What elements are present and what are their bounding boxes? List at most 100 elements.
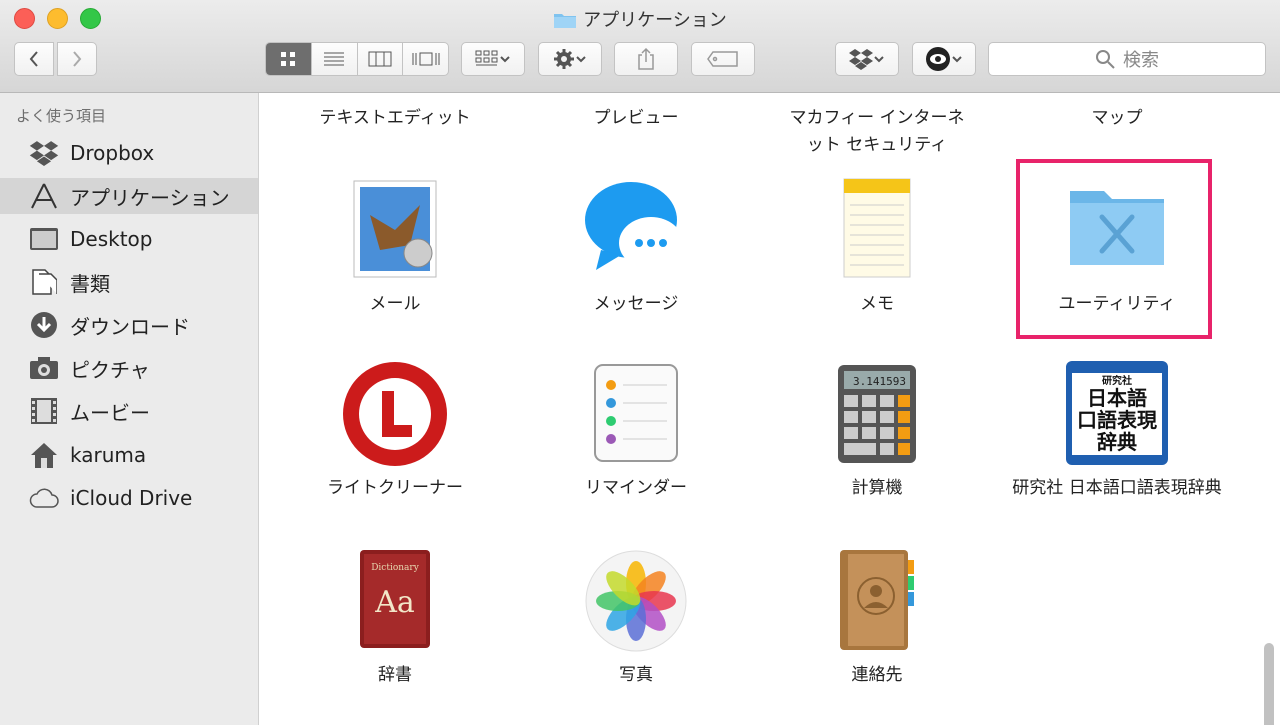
- list-view-button[interactable]: [312, 43, 358, 75]
- sidebar-item-label: ピクチャ: [70, 357, 150, 382]
- window-title-text: アプリケーション: [583, 10, 727, 31]
- finder-window: アプリケーション 検索 よく使う項目 Dropbox アプリケーション Desk…: [0, 0, 1280, 725]
- app-item-contacts[interactable]: 連絡先: [767, 546, 987, 689]
- chevron-down-icon: [500, 56, 510, 63]
- gear-icon: [554, 49, 574, 69]
- sidebar-item-label: 書類: [70, 271, 110, 296]
- chevron-down-icon: [952, 56, 962, 63]
- app-item-messages[interactable]: メッセージ: [526, 175, 746, 318]
- app-label: ライトクリーナー: [327, 478, 463, 498]
- title-bar: アプリケーション 検索: [0, 0, 1280, 93]
- tags-button[interactable]: [691, 42, 755, 76]
- dropbox-menu-button[interactable]: [835, 42, 899, 76]
- documents-icon: [28, 268, 60, 296]
- dictionary-big-text: Aa: [374, 585, 415, 620]
- dropbox-icon: [28, 139, 60, 167]
- app-label: 連絡先: [851, 665, 903, 685]
- list-icon: [324, 52, 345, 66]
- messages-icon: [581, 175, 691, 285]
- dictionary-icon: Dictionary Aa: [340, 546, 450, 656]
- applications-icon: [28, 182, 60, 210]
- sidebar-item-desktop[interactable]: Desktop: [0, 221, 258, 257]
- vertical-scrollbar[interactable]: [1264, 643, 1274, 725]
- app-item-kenkyusha[interactable]: 研究社 日本語 口語表現 辞典 研究社 日本語口語表現辞典: [1007, 359, 1227, 502]
- column-view-button[interactable]: [358, 43, 404, 75]
- sidebar-item-label: iCloud Drive: [70, 486, 193, 510]
- calculator-display: 3.141593: [853, 375, 906, 388]
- selection-highlight: [1016, 159, 1212, 339]
- sidebar-item-downloads[interactable]: ダウンロード: [0, 307, 258, 343]
- app-label: 写真: [619, 665, 653, 685]
- chevron-down-icon: [874, 56, 884, 63]
- film-icon: [28, 397, 60, 425]
- share-button[interactable]: [614, 42, 678, 76]
- app-item-mail[interactable]: メール: [285, 175, 505, 318]
- search-field[interactable]: 検索: [988, 42, 1266, 76]
- sidebar-item-documents[interactable]: 書類: [0, 264, 258, 300]
- app-item-dictionary[interactable]: Dictionary Aa 辞書: [285, 546, 505, 689]
- sidebar-item-label: ムービー: [70, 400, 150, 425]
- notes-icon: [822, 175, 932, 285]
- forward-button[interactable]: [57, 42, 97, 76]
- tag-icon: [707, 51, 738, 67]
- app-label: メール: [369, 294, 421, 314]
- photos-icon: [581, 546, 691, 656]
- share-icon: [638, 47, 654, 70]
- app-label: メッセージ: [593, 294, 679, 314]
- sidebar-item-icloud-drive[interactable]: iCloud Drive: [0, 480, 258, 516]
- chevron-down-icon: [576, 56, 586, 63]
- icon-view-button[interactable]: [266, 43, 312, 75]
- search-icon: [1096, 50, 1115, 69]
- back-button[interactable]: [14, 42, 54, 76]
- window-title: アプリケーション: [0, 6, 1280, 34]
- cover-flow-icon: [412, 52, 440, 66]
- chevron-right-icon: [73, 51, 82, 67]
- file-grid: テキストエディット プレビュー マカフィー インターネット セキュリティ マップ…: [259, 93, 1280, 725]
- eye-menu-button[interactable]: [912, 42, 976, 76]
- app-label[interactable]: テキストエディット: [285, 105, 505, 132]
- sidebar-item-label: Dropbox: [70, 141, 155, 165]
- cloud-icon: [28, 484, 60, 512]
- sidebar-item-label: karuma: [70, 443, 147, 467]
- mail-icon: [340, 175, 450, 285]
- columns-icon: [368, 51, 392, 67]
- sidebar-item-movies[interactable]: ムービー: [0, 393, 258, 429]
- sidebar-item-applications[interactable]: アプリケーション: [0, 178, 258, 214]
- app-item-light-cleaner[interactable]: ライトクリーナー: [285, 359, 505, 502]
- app-label[interactable]: プレビュー: [526, 105, 746, 132]
- app-label: 研究社 日本語口語表現辞典: [1012, 478, 1222, 498]
- calculator-icon: 3.141593: [822, 359, 932, 469]
- arrange-button[interactable]: [461, 42, 525, 76]
- desktop-icon: [28, 225, 60, 253]
- folder-icon: [553, 11, 577, 34]
- view-mode-control[interactable]: [265, 42, 449, 76]
- sidebar-item-label: ダウンロード: [70, 314, 190, 339]
- home-icon: [28, 441, 60, 469]
- app-item-photos[interactable]: 写真: [526, 546, 746, 689]
- light-cleaner-icon: [340, 359, 450, 469]
- dictionary-small-text: Dictionary: [371, 563, 420, 573]
- search-placeholder: 検索: [1123, 50, 1159, 71]
- title-line3: 辞典: [1097, 430, 1137, 454]
- sidebar-item-label: アプリケーション: [70, 185, 230, 210]
- app-item-notes[interactable]: メモ: [767, 175, 987, 318]
- sidebar-item-label: Desktop: [70, 227, 153, 251]
- arrange-icon: [475, 50, 498, 66]
- downloads-icon: [28, 311, 60, 339]
- title-line1: 日本語: [1087, 386, 1147, 410]
- sidebar-item-home[interactable]: karuma: [0, 437, 258, 473]
- app-label: 計算機: [851, 478, 903, 498]
- app-label[interactable]: マップ: [1007, 105, 1227, 132]
- dropbox-icon: [849, 49, 873, 70]
- app-label[interactable]: マカフィー インターネット セキュリティ: [767, 105, 987, 159]
- cover-flow-button[interactable]: [403, 43, 448, 75]
- kenkyusha-dictionary-icon: 研究社 日本語 口語表現 辞典: [1062, 359, 1172, 469]
- sidebar-item-dropbox[interactable]: Dropbox: [0, 135, 258, 171]
- app-item-calculator[interactable]: 3.141593 計算機: [767, 359, 987, 502]
- chevron-left-icon: [29, 51, 38, 67]
- eye-icon: [926, 47, 950, 71]
- action-button[interactable]: [538, 42, 602, 76]
- camera-icon: [28, 354, 60, 382]
- app-item-reminders[interactable]: リマインダー: [526, 359, 746, 502]
- sidebar-item-pictures[interactable]: ピクチャ: [0, 350, 258, 386]
